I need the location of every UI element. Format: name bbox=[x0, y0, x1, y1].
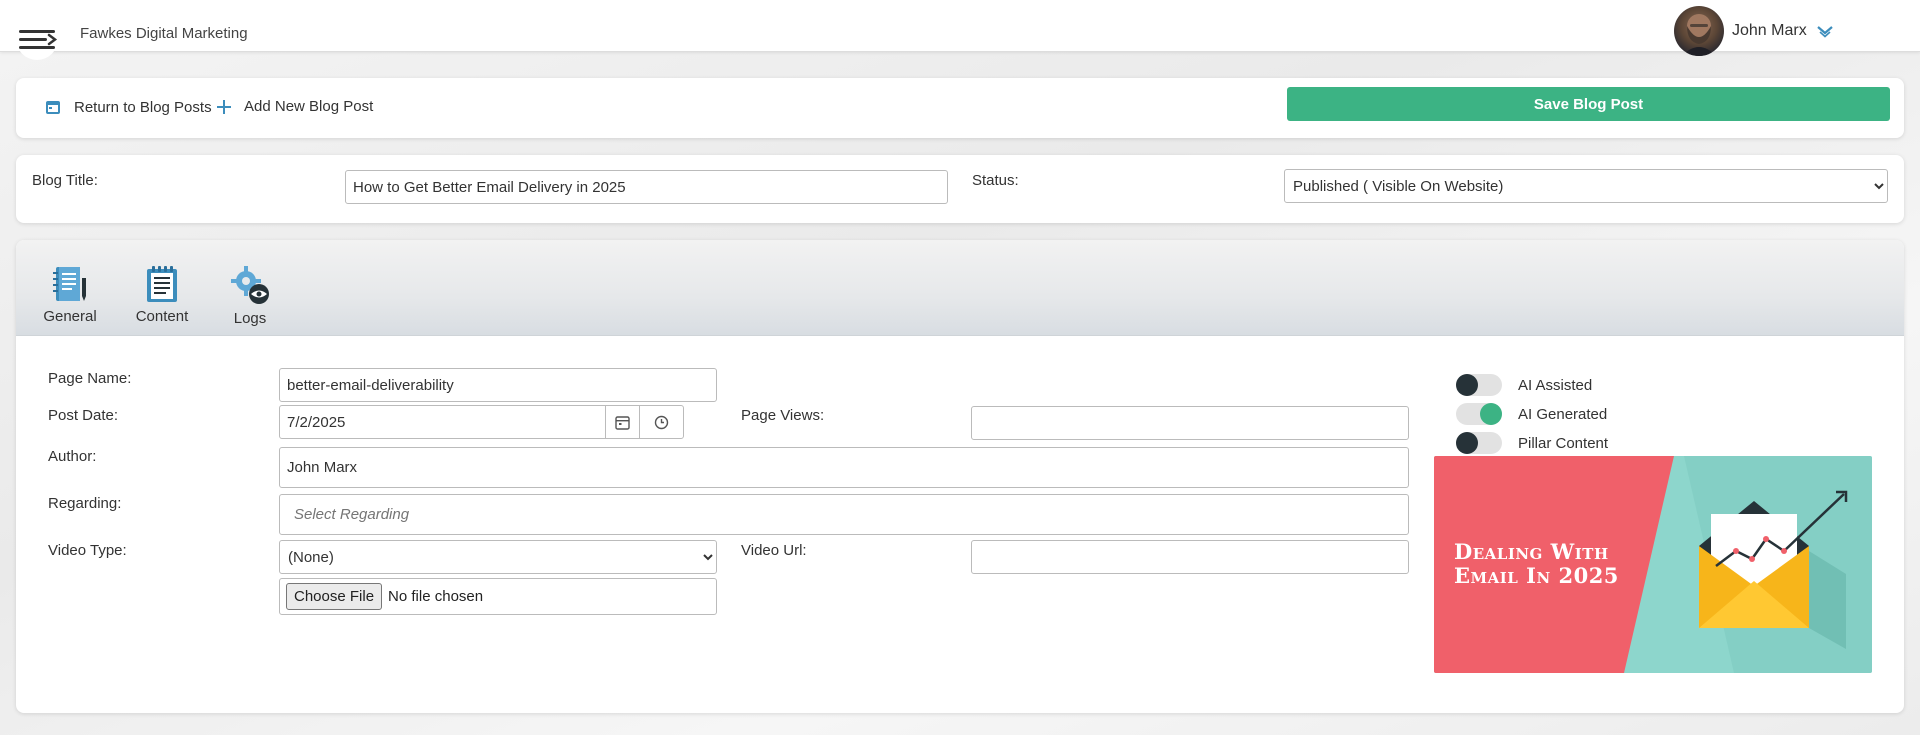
ai-generated-label: AI Generated bbox=[1518, 405, 1608, 423]
user-menu[interactable]: John Marx bbox=[1674, 6, 1835, 56]
save-blog-post-button[interactable]: Save Blog Post bbox=[1287, 87, 1890, 121]
video-type-label: Video Type: bbox=[48, 542, 127, 559]
tab-logs-label: Logs bbox=[233, 310, 267, 327]
choose-file-button[interactable]: Choose File bbox=[286, 583, 383, 610]
tab-content[interactable]: Content bbox=[132, 264, 192, 325]
date-picker-button[interactable] bbox=[605, 405, 640, 439]
pillar-content-switch[interactable] bbox=[1456, 432, 1502, 454]
blog-title-label: Blog Title: bbox=[32, 172, 98, 189]
regarding-label: Regarding: bbox=[48, 495, 122, 512]
page-name-input[interactable] bbox=[279, 368, 717, 402]
post-date-label: Post Date: bbox=[48, 407, 119, 424]
user-name: John Marx bbox=[1732, 22, 1807, 39]
author-input[interactable] bbox=[279, 447, 1409, 488]
thumbnail-line-1: Dealing With bbox=[1454, 539, 1609, 564]
blog-title-card: Blog Title: Status: Published ( Visible … bbox=[16, 155, 1904, 223]
tab-content-label: Content bbox=[135, 308, 189, 325]
post-date-input[interactable] bbox=[279, 405, 606, 439]
status-select[interactable]: Published ( Visible On Website) bbox=[1284, 169, 1888, 203]
page-views-input[interactable] bbox=[971, 406, 1409, 440]
avatar bbox=[1674, 6, 1724, 56]
toggle-ai-assisted[interactable]: AI Assisted bbox=[1456, 374, 1592, 396]
status-label: Status: bbox=[972, 172, 1019, 189]
video-url-input[interactable] bbox=[971, 540, 1409, 574]
video-type-select[interactable]: (None) bbox=[279, 540, 717, 574]
company-name: Fawkes Digital Marketing bbox=[80, 25, 248, 42]
page-name-label: Page Name: bbox=[48, 370, 132, 387]
regarding-input[interactable] bbox=[279, 494, 1409, 535]
top-bar: Fawkes Digital Marketing John Marx bbox=[0, 0, 1920, 60]
file-status: No file chosen bbox=[388, 588, 484, 605]
document-icon bbox=[147, 266, 177, 302]
thumbnail-caption: Dealing With Email In 2025 bbox=[1454, 540, 1619, 588]
menu-icon[interactable] bbox=[16, 18, 58, 60]
chevron-down-icon[interactable] bbox=[1815, 21, 1835, 41]
tab-general[interactable]: General bbox=[40, 264, 100, 325]
plus-icon bbox=[217, 99, 231, 114]
author-label: Author: bbox=[48, 448, 97, 465]
add-new-blog-post-link[interactable]: Add New Blog Post bbox=[216, 98, 373, 115]
ai-generated-switch[interactable] bbox=[1456, 403, 1502, 425]
video-url-label: Video Url: bbox=[741, 542, 807, 559]
return-label: Return to Blog Posts bbox=[74, 98, 212, 116]
time-picker-button[interactable] bbox=[639, 405, 684, 439]
toggle-ai-generated[interactable]: AI Generated bbox=[1456, 403, 1607, 425]
calendar-icon bbox=[615, 415, 630, 430]
blog-title-input[interactable] bbox=[345, 170, 948, 204]
blog-thumbnail[interactable]: Dealing With Email In 2025 bbox=[1434, 456, 1872, 673]
return-to-blog-posts-link[interactable]: Return to Blog Posts bbox=[44, 98, 212, 116]
tab-bar: General Content Logs bbox=[16, 240, 1904, 336]
add-label: Add New Blog Post bbox=[244, 98, 374, 115]
clock-icon bbox=[654, 415, 669, 429]
page-views-label: Page Views: bbox=[741, 407, 825, 424]
ai-assisted-switch[interactable] bbox=[1456, 374, 1502, 396]
toggle-pillar-content[interactable]: Pillar Content bbox=[1456, 432, 1608, 454]
ai-assisted-label: AI Assisted bbox=[1518, 376, 1593, 394]
thumbnail-line-2: Email In 2025 bbox=[1454, 563, 1619, 588]
tab-general-label: General bbox=[43, 308, 97, 325]
gear-eye-icon bbox=[231, 266, 269, 304]
tab-logs[interactable]: Logs bbox=[225, 264, 275, 327]
pillar-content-label: Pillar Content bbox=[1518, 434, 1609, 452]
calendar-list-icon bbox=[46, 101, 60, 114]
blog-detail-card: General Content Logs Page Name: better-e… bbox=[16, 240, 1904, 713]
action-bar: Return to Blog Posts Add New Blog Post S… bbox=[16, 78, 1904, 138]
file-upload: Choose File No file chosen bbox=[279, 578, 717, 615]
notebook-icon bbox=[53, 267, 86, 301]
